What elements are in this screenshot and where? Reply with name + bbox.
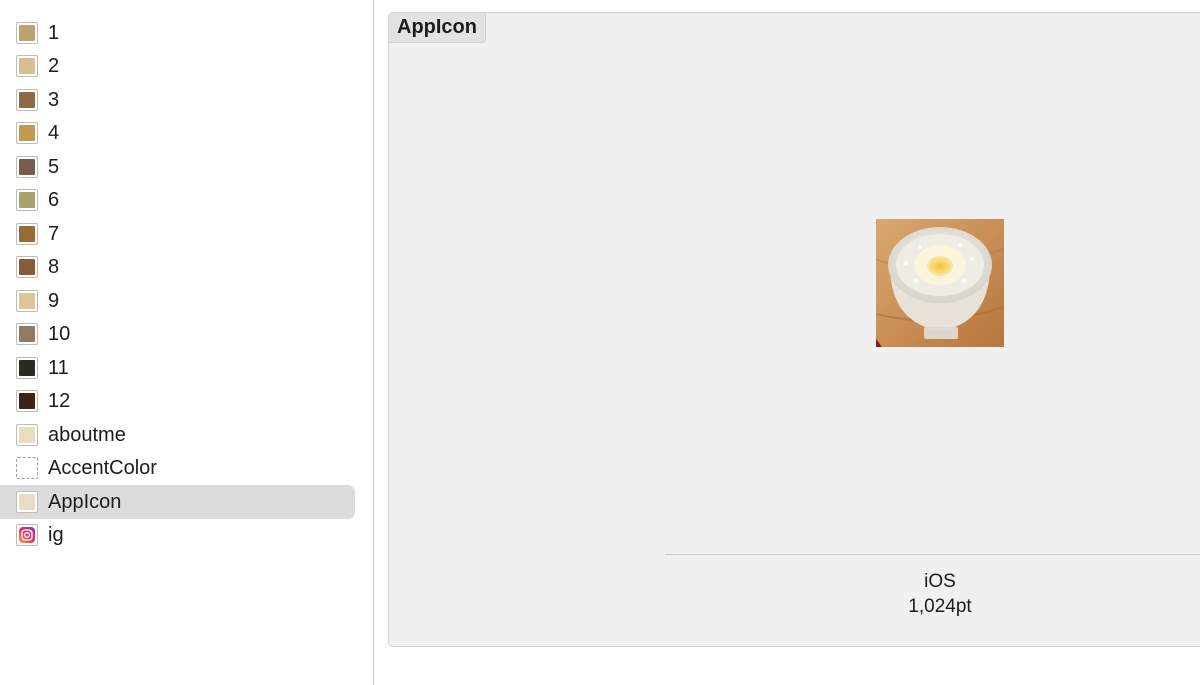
asset-item-8[interactable]: 8 (0, 251, 355, 285)
asset-item-label: 2 (48, 55, 60, 78)
app-icon-thumbnail-icon (16, 490, 38, 513)
asset-item-5[interactable]: 5 (0, 150, 355, 184)
asset-thumbnail-icon (16, 423, 38, 446)
asset-thumbnail-icon (16, 55, 38, 78)
asset-item-label: AppIcon (48, 490, 122, 513)
asset-thumbnail-icon (16, 155, 38, 178)
asset-item-1[interactable]: 1 (0, 16, 355, 50)
asset-item-11[interactable]: 11 (0, 351, 355, 385)
asset-thumbnail-icon (16, 289, 38, 312)
instagram-icon (16, 524, 38, 547)
asset-item-6[interactable]: 6 (0, 184, 355, 218)
asset-list-sidebar: 1 2 3 4 5 6 7 8 9 10 11 12 aboutme Accen… (0, 0, 374, 685)
asset-item-7[interactable]: 7 (0, 217, 355, 251)
asset-item-9[interactable]: 9 (0, 284, 355, 318)
asset-catalog-window: 1 2 3 4 5 6 7 8 9 10 11 12 aboutme Accen… (0, 0, 1200, 685)
asset-item-appicon[interactable]: AppIcon (0, 485, 355, 519)
asset-item-label: 12 (48, 390, 71, 413)
asset-item-label: 7 (48, 222, 60, 245)
asset-item-label: ig (48, 524, 64, 547)
instagram-glyph-icon (19, 527, 35, 544)
asset-thumbnail-icon (16, 222, 38, 245)
asset-thumbnail-icon (16, 256, 38, 279)
slot-size-label: 1,024pt (908, 596, 972, 617)
asset-item-label: 3 (48, 88, 60, 111)
asset-item-3[interactable]: 3 (0, 83, 355, 117)
asset-thumbnail-icon (16, 21, 38, 44)
asset-item-label: 10 (48, 323, 71, 346)
asset-thumbnail-icon (16, 122, 38, 145)
asset-thumbnail-icon (16, 88, 38, 111)
slot-platform-label: iOS (924, 571, 956, 592)
asset-item-accentcolor[interactable]: AccentColor (0, 452, 355, 486)
asset-item-label: aboutme (48, 423, 126, 446)
asset-set-title[interactable]: AppIcon (389, 13, 486, 43)
asset-item-label: 5 (48, 155, 60, 178)
asset-list: 1 2 3 4 5 6 7 8 9 10 11 12 aboutme Accen… (0, 16, 373, 552)
app-icon-slot[interactable] (875, 219, 1005, 347)
asset-set-panel: AppIcon iOS 1,024pt (388, 12, 1200, 647)
empty-color-set-icon (16, 457, 38, 480)
asset-item-label: 6 (48, 189, 60, 212)
slot-divider (665, 554, 1200, 555)
asset-thumbnail-icon (16, 390, 38, 413)
asset-item-ig[interactable]: ig (0, 519, 355, 553)
asset-item-label: AccentColor (48, 457, 157, 480)
asset-item-label: 1 (48, 21, 60, 44)
asset-detail-area: AppIcon iOS 1,024pt (375, 0, 1200, 685)
asset-item-label: 8 (48, 256, 60, 279)
rice-bowl-app-icon (875, 219, 1005, 347)
asset-item-12[interactable]: 12 (0, 385, 355, 419)
asset-thumbnail-icon (16, 189, 38, 212)
asset-item-label: 4 (48, 122, 60, 145)
asset-item-2[interactable]: 2 (0, 50, 355, 84)
asset-item-aboutme[interactable]: aboutme (0, 418, 355, 452)
asset-item-4[interactable]: 4 (0, 117, 355, 151)
slot-caption: iOS 1,024pt (865, 569, 1015, 619)
asset-item-label: 11 (48, 356, 69, 379)
asset-item-10[interactable]: 10 (0, 318, 355, 352)
asset-thumbnail-icon (16, 356, 38, 379)
asset-thumbnail-icon (16, 323, 38, 346)
asset-item-label: 9 (48, 289, 60, 312)
